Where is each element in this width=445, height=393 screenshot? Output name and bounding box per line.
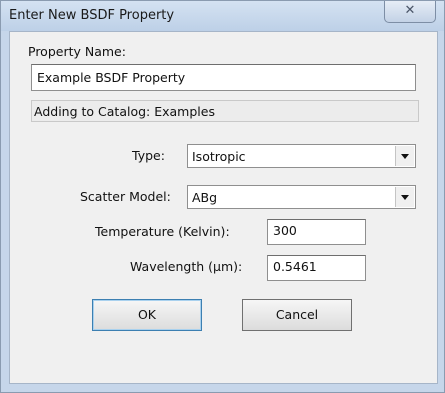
cancel-button[interactable]: Cancel [242,299,352,331]
scatter-model-label: Scatter Model: [80,189,171,204]
scatter-model-select-value: ABg [192,190,218,205]
type-select-value: Isotropic [192,149,246,164]
type-select[interactable]: Isotropic [187,144,416,168]
wavelength-label: Wavelength (µm): [130,259,243,274]
chevron-down-icon[interactable] [395,146,414,166]
temperature-label: Temperature (Kelvin): [95,224,230,239]
temperature-input[interactable]: 300 [267,219,366,245]
wavelength-input[interactable]: 0.5461 [267,255,366,281]
chevron-down-icon[interactable] [395,187,414,207]
scatter-model-select[interactable]: ABg [187,185,416,209]
close-button[interactable]: ✕ [384,1,436,23]
property-name-label: Property Name: [28,44,126,59]
window-title: Enter New BSDF Property [9,8,175,23]
type-label: Type: [132,148,165,163]
ok-button[interactable]: OK [92,299,202,331]
title-bar[interactable]: Enter New BSDF Property ✕ [1,1,444,31]
dialog-window: Enter New BSDF Property ✕ Property Name:… [0,0,445,393]
close-icon: ✕ [404,3,416,18]
catalog-info: Adding to Catalog: Examples [31,100,419,122]
dialog-body: Property Name: Example BSDF Property Add… [9,31,438,384]
property-name-input[interactable]: Example BSDF Property [31,64,416,91]
